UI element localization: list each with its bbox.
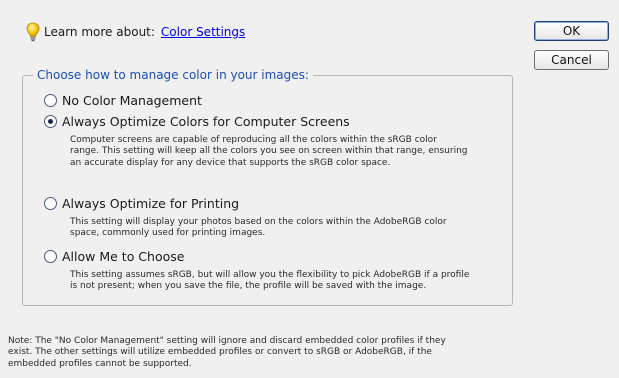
lightbulb-icon (26, 22, 40, 42)
description-line: This setting will display your photos ba… (70, 217, 447, 227)
optimize-screens-radio[interactable] (44, 115, 57, 128)
option-optimize-screens[interactable]: Always Optimize Colors for Computer Scre… (44, 114, 350, 129)
radio-selected-dot (48, 119, 53, 124)
learn-more-row: Learn more about: Color Settings (26, 22, 245, 42)
allow-choose-radio[interactable] (44, 250, 57, 263)
learn-more-label: Learn more about: (44, 25, 155, 39)
optimize-printing-radio[interactable] (44, 197, 57, 210)
allow-choose-description: This setting assumes sRGB, but will allo… (70, 270, 502, 293)
description-line: range. This setting will keep all the co… (70, 146, 468, 157)
allow-choose-label: Allow Me to Choose (62, 249, 185, 264)
note-line: embedded profiles cannot be supported. (8, 358, 192, 369)
cancel-button[interactable]: Cancel (534, 50, 609, 70)
no-color-management-label: No Color Management (62, 93, 202, 108)
option-optimize-printing[interactable]: Always Optimize for Printing (44, 196, 239, 211)
note-text: Note: The "No Color Management" setting … (8, 336, 528, 370)
group-legend: Choose how to manage color in your image… (37, 68, 309, 82)
description-line: an accurate display for any device that … (70, 157, 391, 168)
option-no-color-management[interactable]: No Color Management (44, 93, 202, 108)
optimize-printing-label: Always Optimize for Printing (62, 196, 240, 211)
ok-button[interactable]: OK (534, 21, 609, 41)
option-allow-choose[interactable]: Allow Me to Choose (44, 249, 184, 264)
optimize-printing-description: This setting will display your photos ba… (70, 217, 502, 240)
note-line: exist. The other settings will utilize e… (8, 347, 432, 358)
no-color-management-radio[interactable] (44, 94, 57, 107)
description-line: This setting assumes sRGB, but will allo… (70, 270, 470, 280)
color-settings-link[interactable]: Color Settings (161, 25, 245, 39)
description-line: Computer screens are capable of reproduc… (70, 135, 437, 145)
description-line: space, commonly used for printing images… (70, 228, 266, 239)
note-line: Note: The "No Color Management" setting … (8, 336, 446, 346)
description-line: is not present; when you save the file, … (70, 281, 427, 292)
optimize-screens-label: Always Optimize Colors for Computer Scre… (62, 114, 350, 129)
optimize-screens-description: Computer screens are capable of reproduc… (70, 135, 502, 169)
